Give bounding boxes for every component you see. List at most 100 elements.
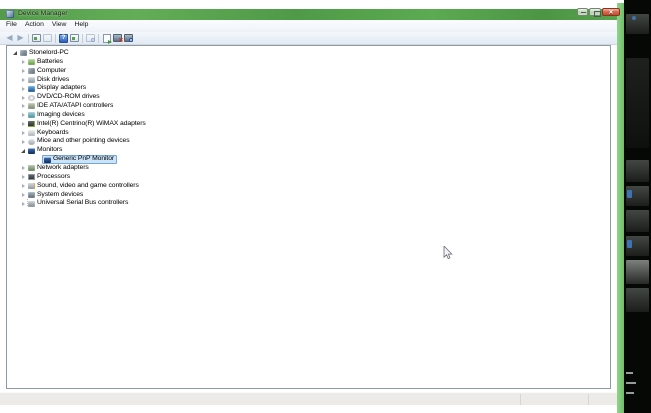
desktop-icon[interactable] [626, 260, 649, 284]
back-button[interactable]: ◀ [4, 33, 15, 44]
tree-item-keyboards[interactable]: Keyboards [8, 129, 609, 138]
forward-icon: ▶ [17, 33, 24, 42]
desktop-icon[interactable] [626, 160, 649, 182]
expander-collapsed-icon[interactable] [19, 94, 27, 102]
menu-file[interactable]: File [2, 21, 21, 29]
desktop-icon[interactable] [632, 16, 636, 20]
toolbar-separator [55, 33, 56, 43]
sound-controller-icon [28, 183, 35, 190]
network-adapter-icon [28, 165, 35, 172]
update-driver-button[interactable] [101, 33, 112, 44]
desktop-icon[interactable] [627, 240, 632, 248]
expander-collapsed-icon[interactable] [19, 58, 27, 66]
menu-view[interactable]: View [48, 21, 71, 29]
tree-item-label: Monitors [37, 146, 63, 154]
expander-collapsed-icon[interactable] [19, 191, 27, 199]
expander-collapsed-icon[interactable] [19, 173, 27, 181]
window-titlebar[interactable]: Device Manager [0, 8, 617, 20]
menu-help[interactable]: Help [70, 21, 92, 29]
tree-item-sound-controllers[interactable]: Sound, video and game controllers [8, 182, 609, 191]
tree-item-imaging-devices[interactable]: Imaging devices [8, 111, 609, 120]
help-icon [59, 33, 68, 43]
toolbar-separator [28, 33, 29, 43]
uninstall-device-icon: ✕ [113, 34, 124, 44]
minimize-button[interactable] [577, 8, 588, 16]
tree-item-computer[interactable]: Computer [8, 67, 609, 76]
tree-item-processors[interactable]: Processors [8, 173, 609, 182]
tree-item-ide-controllers[interactable]: IDE ATA/ATAPI controllers [8, 102, 609, 111]
back-icon: ◀ [6, 33, 13, 42]
desktop-icon[interactable] [626, 288, 649, 312]
tree-item-computer-root[interactable]: Stonelord-PC [8, 49, 609, 58]
expander-collapsed-icon[interactable] [19, 76, 27, 84]
tree-item-generic-pnp-monitor[interactable]: Generic PnP Monitor [8, 155, 609, 164]
tree-item-system-devices[interactable]: System devices [8, 191, 609, 200]
desktop-icon[interactable] [627, 190, 632, 198]
imaging-device-icon [28, 112, 35, 119]
mouse-cursor [443, 246, 453, 260]
device-tree: Stonelord-PC Batteries Computer Disk dri… [8, 49, 609, 208]
tree-item-label: DVD/CD-ROM drives [37, 93, 100, 101]
tree-item-label: Stonelord-PC [29, 49, 69, 57]
tree-item-label: Universal Serial Bus controllers [37, 199, 129, 207]
expander-collapsed-icon[interactable] [19, 200, 27, 208]
tree-item-label: Processors [37, 172, 70, 180]
tree-item-label: Batteries [37, 57, 63, 65]
close-button[interactable] [602, 8, 620, 17]
battery-icon [28, 59, 35, 66]
expander-collapsed-icon[interactable] [19, 120, 27, 128]
expander-collapsed-icon[interactable] [19, 164, 27, 172]
uninstall-device-button[interactable]: ✕ [112, 33, 124, 44]
maximize-button[interactable] [589, 8, 601, 17]
tree-item-dvd-cdrom-drives[interactable]: DVD/CD-ROM drives [8, 93, 609, 102]
usb-controller-icon [28, 200, 35, 207]
tree-item-disk-drives[interactable]: Disk drives [8, 76, 609, 85]
properties-icon [70, 34, 79, 42]
expander-collapsed-icon[interactable] [19, 129, 27, 137]
desktop-icon-label [626, 382, 636, 384]
expander-expanded-icon[interactable] [11, 49, 19, 57]
find-button[interactable] [85, 33, 96, 44]
computer-icon [28, 68, 35, 75]
desktop-icon[interactable] [626, 210, 649, 232]
properties-button[interactable] [69, 33, 80, 44]
scan-hardware-changes-button[interactable] [123, 33, 134, 44]
expander-collapsed-icon[interactable] [19, 138, 27, 146]
help-button[interactable] [58, 33, 69, 44]
expander-collapsed-icon[interactable] [19, 67, 27, 75]
forward-button[interactable]: ▶ [15, 33, 26, 44]
ide-controller-icon [28, 103, 35, 110]
desktop-icon[interactable] [626, 58, 649, 148]
tree-item-wimax-adapters[interactable]: Intel(R) Centrino(R) WiMAX adapters [8, 120, 609, 129]
tree-item-mice[interactable]: Mice and other pointing devices [8, 137, 609, 146]
expander-collapsed-icon[interactable] [19, 182, 27, 190]
frame-separator [588, 394, 589, 405]
expander-collapsed-icon[interactable] [19, 111, 27, 119]
window-title: Device Manager [18, 9, 68, 17]
show-console-tree-button[interactable] [31, 33, 42, 44]
device-manager-icon [6, 10, 14, 18]
frame-separator [520, 394, 521, 405]
tree-item-label: Imaging devices [37, 110, 85, 118]
tree-item-monitors[interactable]: Monitors [8, 146, 609, 155]
window-border-right [617, 3, 624, 413]
menu-action[interactable]: Action [21, 21, 48, 29]
expander-expanded-icon[interactable] [19, 147, 27, 155]
tree-item-usb-controllers[interactable]: Universal Serial Bus controllers [8, 199, 609, 208]
keyboard-icon [28, 130, 35, 137]
screen: Device Manager File Action View Help ◀ ▶… [0, 0, 651, 413]
system-device-icon [28, 191, 35, 198]
export-list-button[interactable] [42, 33, 53, 44]
expander-collapsed-icon[interactable] [19, 102, 27, 110]
find-icon [86, 34, 95, 42]
display-adapter-icon [28, 85, 35, 92]
window-bottom-frame [0, 392, 617, 405]
tree-item-network-adapters[interactable]: Network adapters [8, 164, 609, 173]
wimax-adapter-icon [28, 121, 35, 128]
desktop-icon[interactable] [626, 14, 649, 34]
computer-icon [20, 50, 27, 57]
tree-item-batteries[interactable]: Batteries [8, 58, 609, 67]
selected-item-highlight[interactable]: Generic PnP Monitor [42, 155, 118, 164]
tree-item-display-adapters[interactable]: Display adapters [8, 84, 609, 93]
expander-collapsed-icon[interactable] [19, 85, 27, 93]
